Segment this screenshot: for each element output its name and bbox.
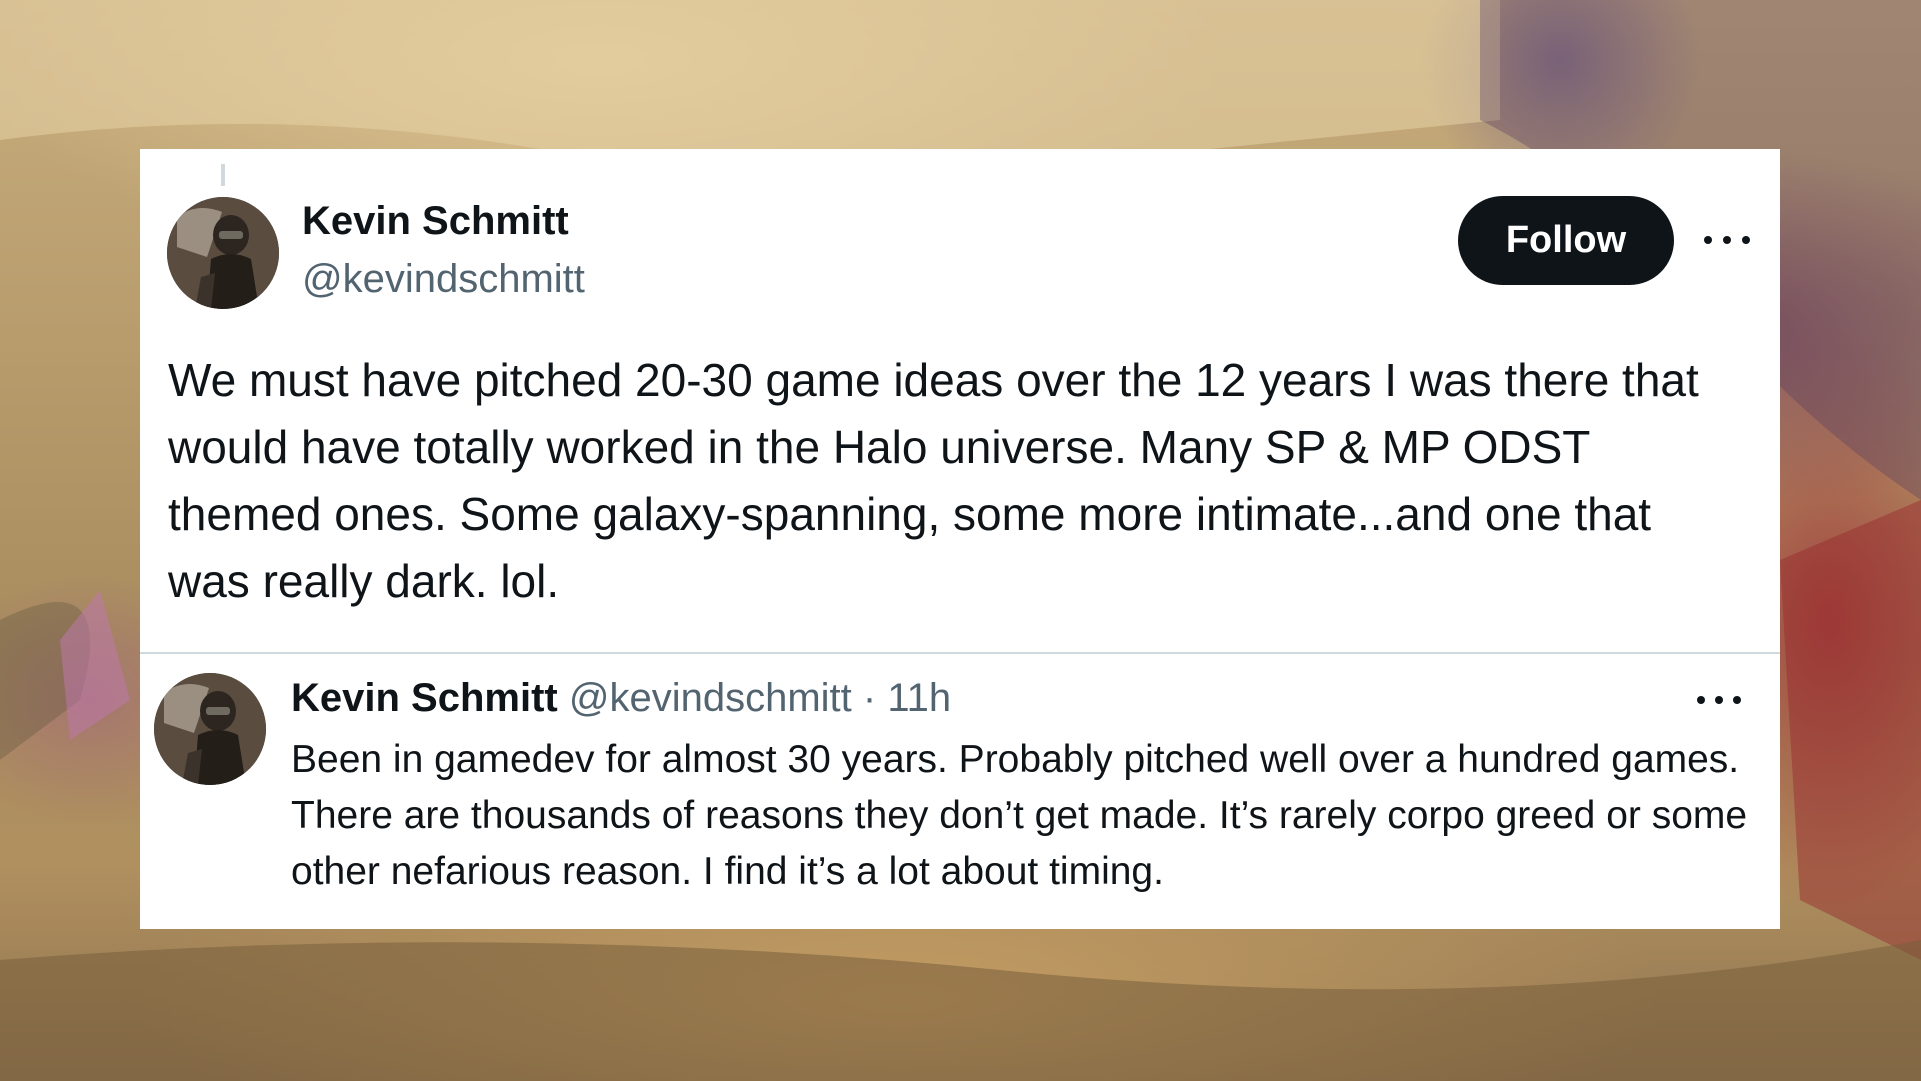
display-name[interactable]: Kevin Schmitt [302, 199, 569, 244]
user-handle[interactable]: @kevindschmitt [302, 257, 585, 302]
more-horizontal-icon [1704, 236, 1712, 244]
more-horizontal-icon [1697, 696, 1705, 704]
reply-handle[interactable]: @kevindschmitt [569, 676, 852, 720]
main-tweet: Kevin Schmitt @kevindschmitt Follow We m… [140, 149, 1780, 653]
tweet-card: Kevin Schmitt @kevindschmitt Follow We m… [140, 149, 1780, 929]
tweet-text: We must have pitched 20-30 game ideas ov… [168, 354, 1699, 607]
reply-header: Kevin Schmitt @kevindschmitt · 11h [291, 676, 951, 721]
thread-line [221, 164, 225, 186]
reply-avatar[interactable] [154, 673, 266, 785]
more-options-button[interactable] [1704, 225, 1750, 255]
reply-timestamp[interactable]: 11h [887, 676, 951, 720]
avatar[interactable] [167, 197, 279, 309]
reply-display-name[interactable]: Kevin Schmitt [291, 676, 558, 720]
reply-more-options-button[interactable] [1697, 685, 1741, 715]
separator-dot: · [862, 676, 877, 720]
follow-button[interactable]: Follow [1458, 196, 1674, 285]
reply-text: Been in gamedev for almost 30 years. Pro… [291, 738, 1748, 893]
divider [140, 652, 1780, 654]
